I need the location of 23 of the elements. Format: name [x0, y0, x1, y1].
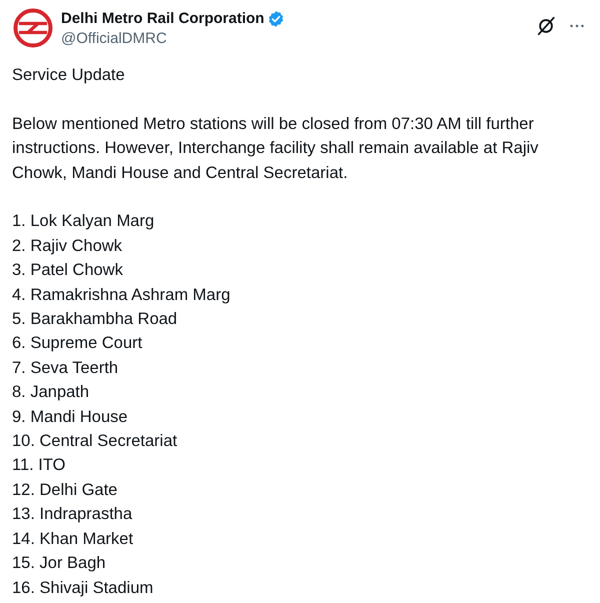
station-list-item: 2. Rajiv Chowk: [12, 236, 122, 257]
station-list-item: 4. Ramakrishna Ashram Marg: [12, 284, 230, 306]
station-list-item: 7. Seva Teerth: [12, 358, 118, 379]
station-list-item: 3. Patel Chowk: [12, 260, 123, 282]
station-list-item: 11. ITO: [12, 455, 66, 476]
slashed-circle-icon[interactable]: [536, 16, 556, 36]
station-list-item: 13. Indraprastha: [12, 504, 132, 526]
station-list-item: 8. Janpath: [12, 382, 90, 404]
station-list-item: 14. Khan Market: [12, 528, 134, 550]
account-handle[interactable]: @OfficialDMRC: [61, 29, 167, 49]
station-list-item: 12. Delhi Gate: [12, 480, 118, 501]
station-list-item: 1. Lok Kalyan Marg: [12, 211, 154, 232]
station-list-item: 6. Supreme Court: [12, 333, 142, 354]
metro-logo-icon[interactable]: [13, 8, 53, 48]
station-list-item: 9. Mandi House: [12, 406, 128, 428]
more-options-icon[interactable]: [570, 24, 584, 28]
station-list-item: 15. Jor Bagh: [12, 553, 106, 574]
station-list-item: 5. Barakhambha Road: [12, 309, 178, 330]
account-name[interactable]: Delhi Metro Rail Corporation: [61, 9, 264, 29]
station-list-item: 16. Shivaji Stadium: [12, 578, 154, 598]
post-title: Service Update: [12, 65, 125, 86]
post-paragraph: Below mentioned Metro stations will be closed from 07:30 AM till further instructions. However, Interchange facility shall remain available at Rajiv Chowk, Mandi House and Central Secretariat.: [12, 114, 540, 184]
station-list-item: 10. Central Secretariat: [12, 431, 178, 452]
